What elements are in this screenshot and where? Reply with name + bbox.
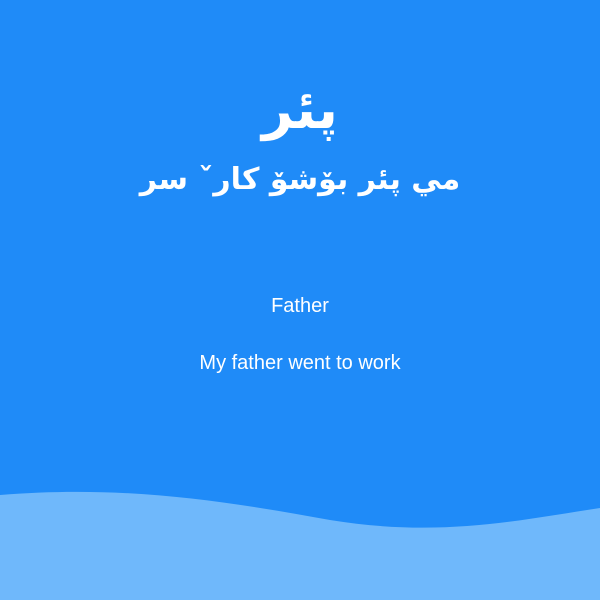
word-translation: Father: [271, 295, 329, 317]
decorative-wave: [0, 491, 600, 600]
sentence-translation: My father went to work: [199, 352, 401, 374]
example-sentence: مي پئر بۆشۆ كارˇ سر: [139, 162, 461, 197]
word-title: پئر: [262, 78, 338, 141]
